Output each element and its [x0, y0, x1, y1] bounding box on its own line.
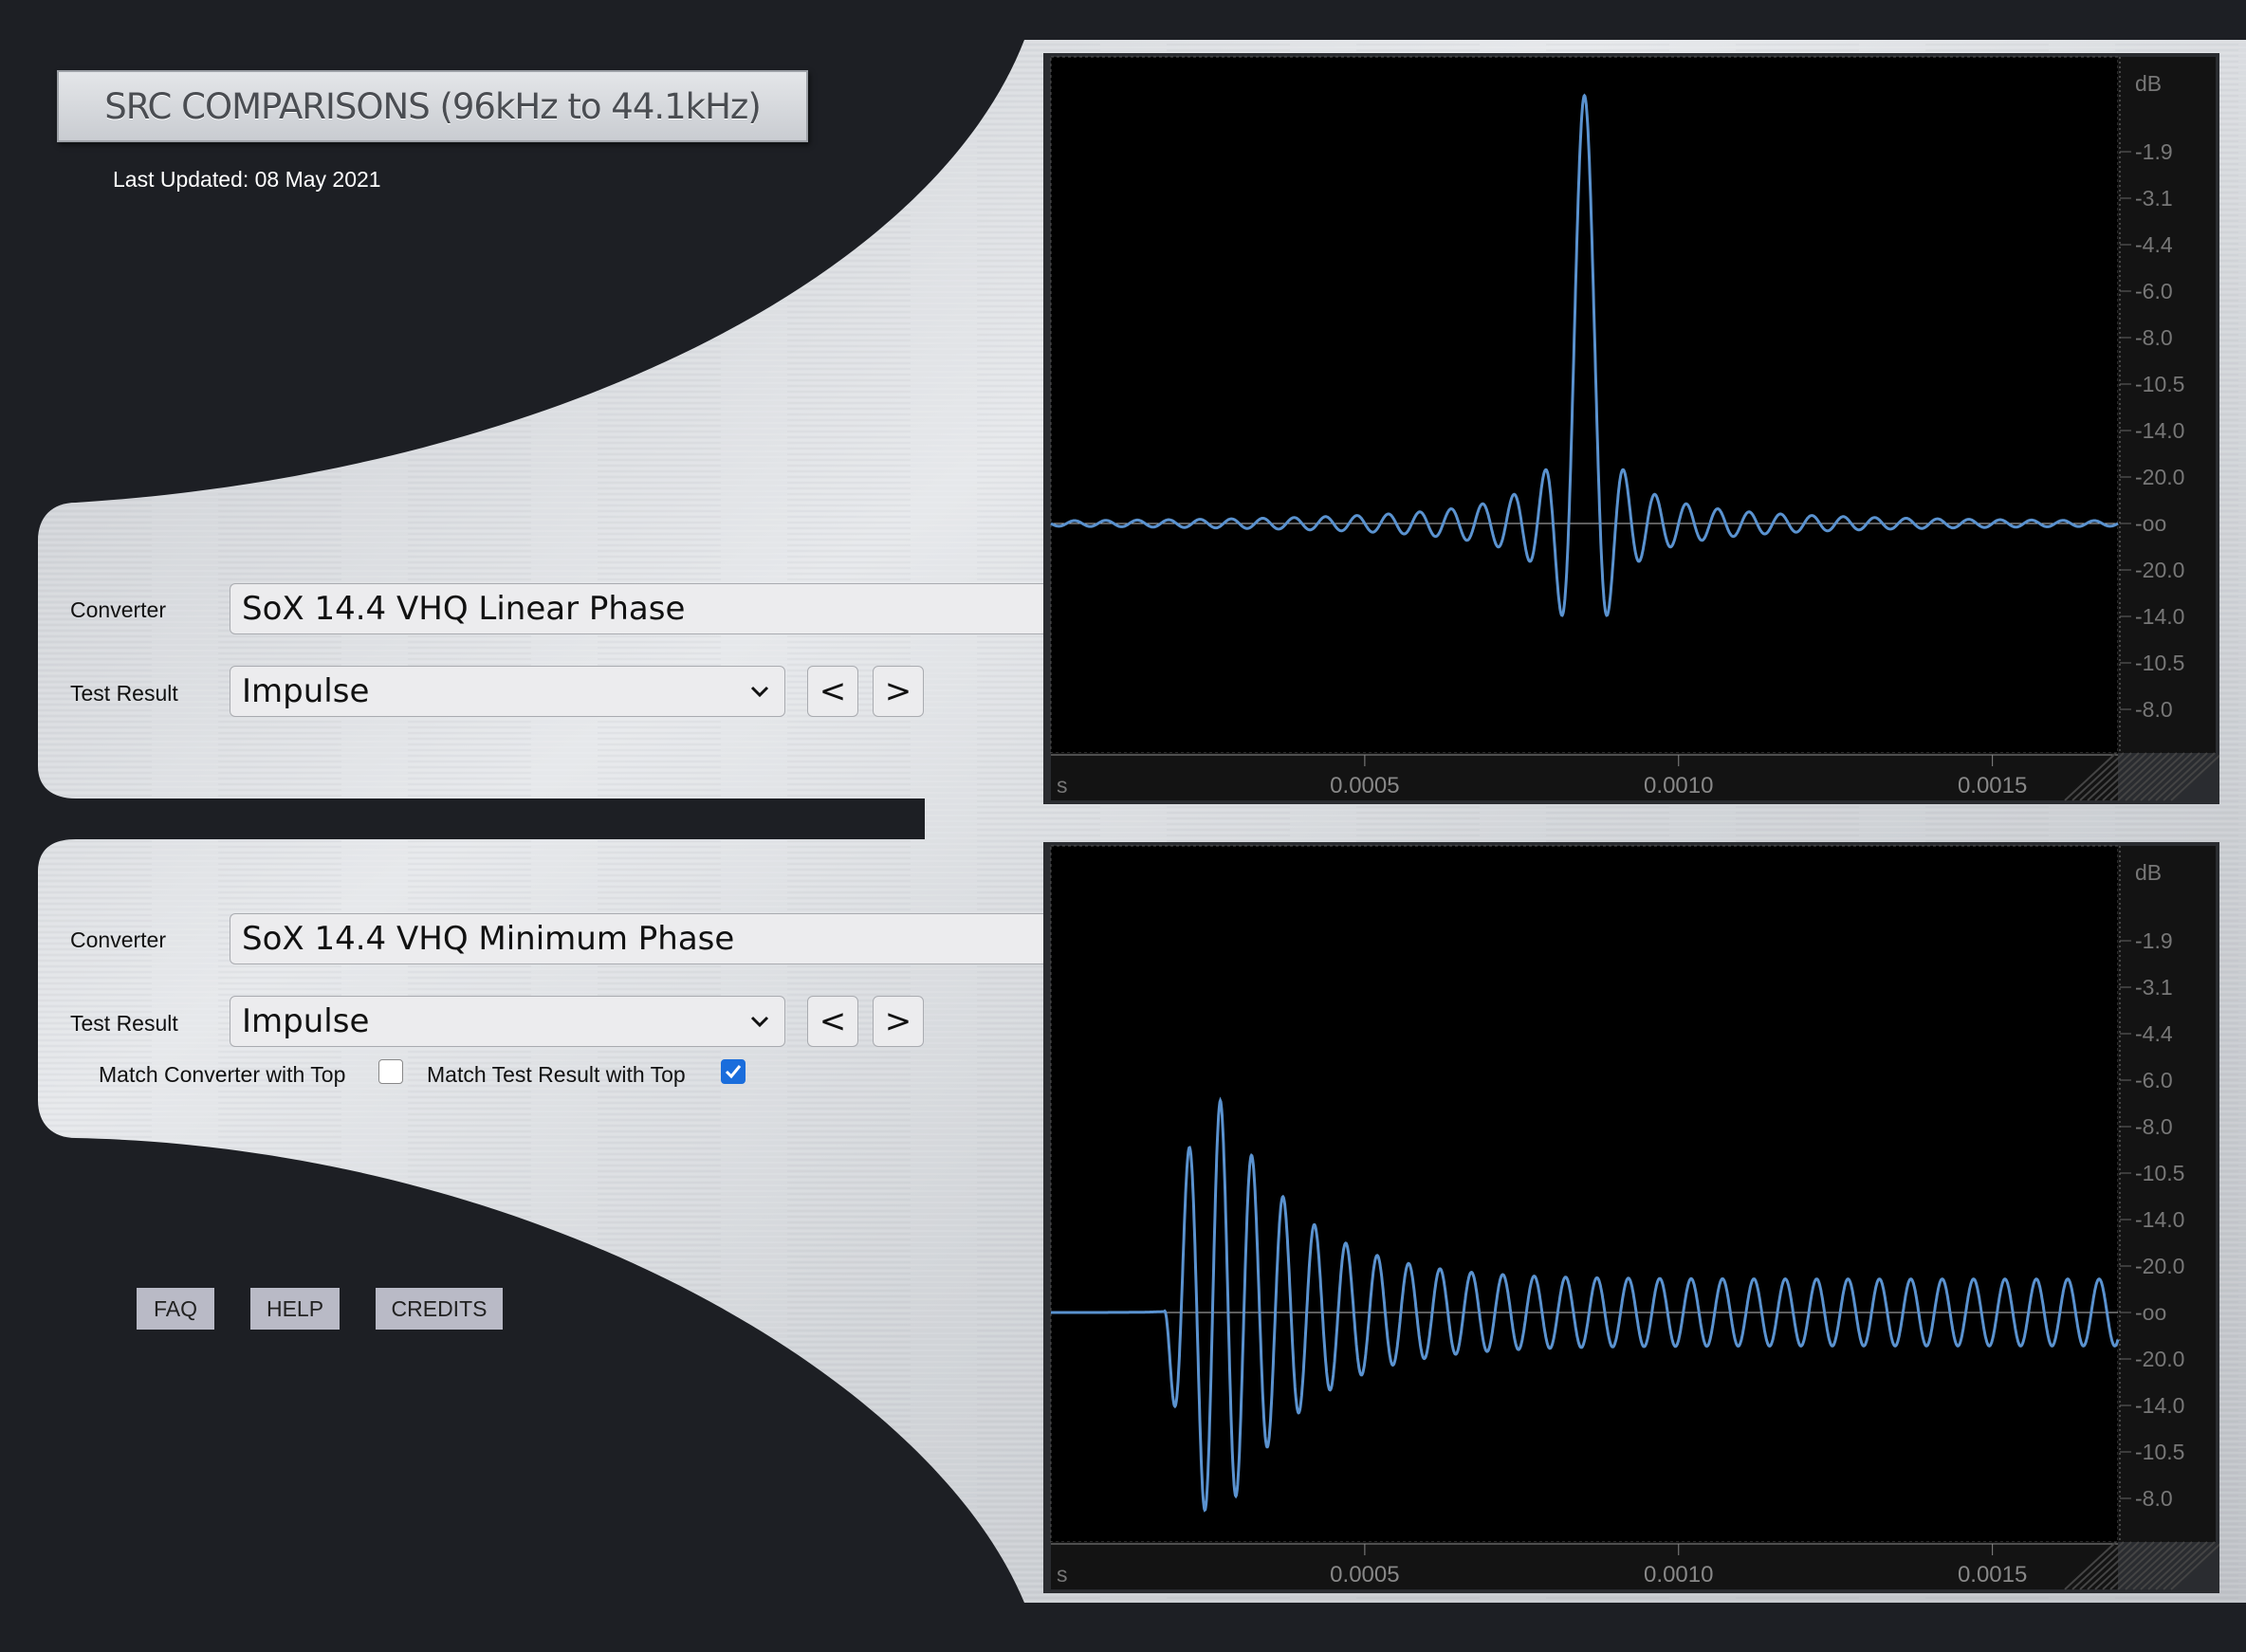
top-test-result-select[interactable]: Impulse	[230, 666, 785, 717]
db-tick-label: -6.0	[2135, 279, 2173, 303]
db-tick-label: -20.0	[2135, 1254, 2184, 1278]
top-test-result-value: Impulse	[242, 672, 370, 710]
db-tick-label: -1.9	[2135, 139, 2173, 164]
bottom-test-result-value: Impulse	[242, 1002, 370, 1040]
db-tick-label: -6.0	[2135, 1068, 2173, 1092]
top-converter-value: SoX 14.4 VHQ Linear Phase	[242, 590, 686, 628]
bottom-test-result-select[interactable]: Impulse	[230, 996, 785, 1047]
db-tick-label: -14.0	[2135, 604, 2184, 629]
db-tick-label: -4.4	[2135, 1021, 2173, 1046]
s-unit-label: s	[1057, 773, 1068, 798]
last-updated: Last Updated: 08 May 2021	[113, 167, 381, 192]
time-tick-label: 0.0015	[1958, 773, 2027, 798]
chevron-down-icon	[750, 686, 769, 698]
time-tick-label: 0.0005	[1330, 773, 1399, 798]
db-tick-label: -10.5	[2135, 651, 2184, 675]
db-tick-label: -3.1	[2135, 186, 2173, 211]
checkmark-icon	[725, 1065, 742, 1079]
db-tick-label: -20.0	[2135, 465, 2184, 489]
match-test-result-checkbox[interactable]	[721, 1059, 746, 1084]
bottom-prev-button[interactable]: <	[807, 996, 858, 1047]
time-tick-label: 0.0010	[1644, 1562, 1713, 1588]
top-converter-field[interactable]: SoX 14.4 VHQ Linear Phase	[230, 583, 1051, 634]
plot-area	[1051, 57, 2118, 753]
page-title-box: SRC COMPARISONS (96kHz to 44.1kHz)	[57, 70, 808, 142]
match-test-result-label: Match Test Result with Top	[427, 1062, 686, 1087]
top-converter-label: Converter	[70, 597, 166, 622]
time-tick-label: 0.0005	[1330, 1562, 1399, 1588]
bottom-converter-value: SoX 14.4 VHQ Minimum Phase	[242, 920, 735, 958]
time-tick-label: 0.0015	[1958, 1562, 2027, 1588]
db-tick-label: -oo	[2135, 511, 2166, 536]
page-title: SRC COMPARISONS (96kHz to 44.1kHz)	[104, 85, 762, 127]
db-tick-label: -14.0	[2135, 418, 2184, 443]
faq-button[interactable]: FAQ	[137, 1288, 214, 1330]
db-tick-label: -10.5	[2135, 1440, 2184, 1464]
db-tick-label: -8.0	[2135, 697, 2173, 722]
help-button[interactable]: HELP	[250, 1288, 340, 1330]
s-unit-label: s	[1057, 1562, 1068, 1587]
db-tick-label: -8.0	[2135, 325, 2173, 350]
db-unit-label: dB	[2135, 860, 2162, 885]
db-tick-label: -8.0	[2135, 1486, 2173, 1511]
bottom-test-result-label: Test Result	[70, 1011, 178, 1036]
bottom-converter-field[interactable]: SoX 14.4 VHQ Minimum Phase	[230, 913, 1051, 964]
db-tick-label: -14.0	[2135, 1207, 2184, 1232]
db-tick-label: -20.0	[2135, 1347, 2184, 1371]
match-converter-checkbox[interactable]	[378, 1059, 403, 1084]
db-tick-label: -14.0	[2135, 1393, 2184, 1418]
top-test-result-label: Test Result	[70, 681, 178, 706]
bottom-impulse-plot: dB s -1.9 -3.1 -4.4 -6.0 -8.0 -10.5 -14.0 -20.0 -o…	[1043, 842, 2219, 1593]
db-unit-label: dB	[2135, 71, 2162, 96]
time-tick-label: 0.0010	[1644, 773, 1713, 798]
bottom-converter-label: Converter	[70, 927, 166, 952]
top-next-button[interactable]: >	[873, 666, 924, 717]
chevron-down-icon	[750, 1016, 769, 1028]
top-impulse-plot: dB s -1.9 -3.1 -4.4 -6.0 -8.0 -10.5 -14.0 -20.0 -o…	[1043, 53, 2219, 804]
db-tick-label: -1.9	[2135, 928, 2173, 953]
db-tick-label: -8.0	[2135, 1114, 2173, 1139]
db-tick-label: -10.5	[2135, 372, 2184, 396]
bottom-next-button[interactable]: >	[873, 996, 924, 1047]
credits-button[interactable]: CREDITS	[376, 1288, 503, 1330]
db-tick-label: -4.4	[2135, 232, 2173, 257]
db-tick-label: -oo	[2135, 1300, 2166, 1325]
db-tick-label: -10.5	[2135, 1161, 2184, 1185]
top-prev-button[interactable]: <	[807, 666, 858, 717]
match-converter-label: Match Converter with Top	[99, 1062, 346, 1087]
db-tick-label: -3.1	[2135, 975, 2173, 1000]
db-tick-label: -20.0	[2135, 558, 2184, 582]
plot-area	[1051, 846, 2118, 1542]
